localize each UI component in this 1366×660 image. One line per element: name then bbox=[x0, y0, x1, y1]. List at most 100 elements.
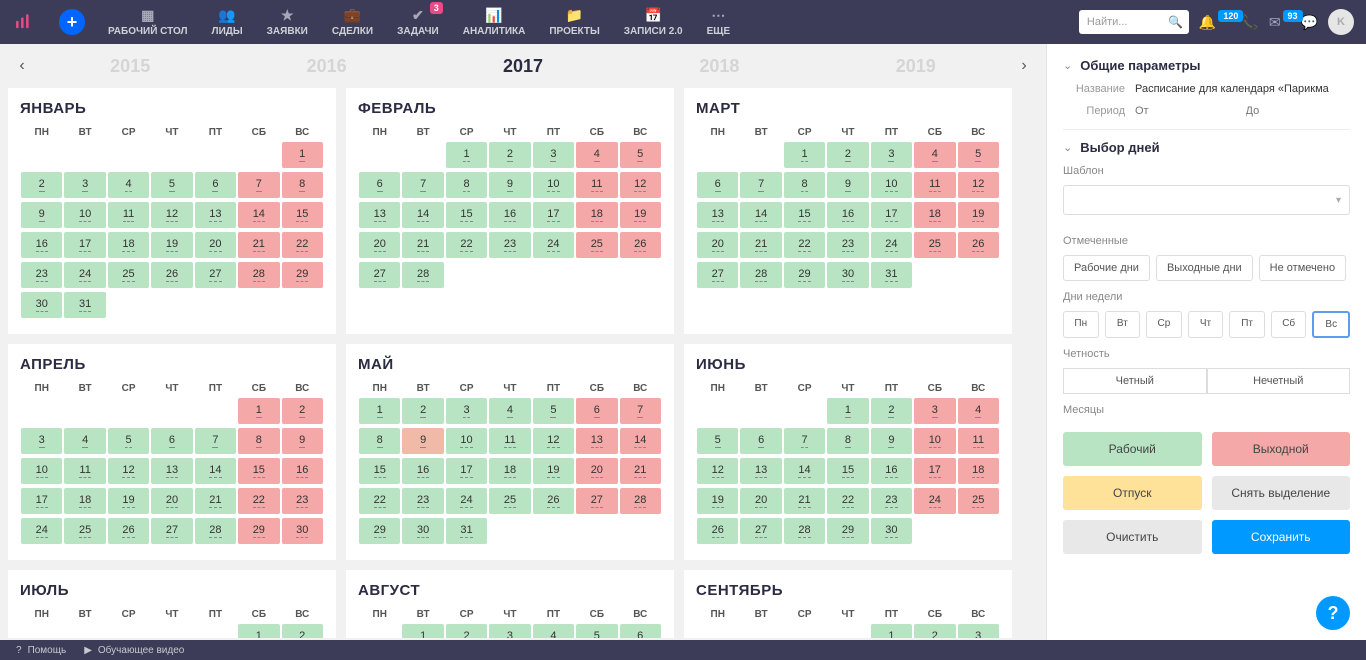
day-cell[interactable]: 4 bbox=[108, 172, 149, 198]
day-cell[interactable]: 11 bbox=[489, 428, 530, 454]
day-cell[interactable]: 16 bbox=[21, 232, 62, 258]
day-cell[interactable]: 29 bbox=[282, 262, 323, 288]
day-cell[interactable]: 1 bbox=[827, 398, 868, 424]
day-cell[interactable]: 10 bbox=[914, 428, 955, 454]
day-cell[interactable]: 6 bbox=[740, 428, 781, 454]
day-cell[interactable]: 26 bbox=[108, 518, 149, 544]
day-cell[interactable]: 19 bbox=[697, 488, 738, 514]
day-cell[interactable]: 20 bbox=[740, 488, 781, 514]
day-cell[interactable]: 10 bbox=[21, 458, 62, 484]
day-cell[interactable]: 1 bbox=[446, 142, 487, 168]
dow-chip[interactable]: Вс bbox=[1312, 311, 1350, 338]
nav-item[interactable]: ▦РАБОЧИЙ СТОЛ bbox=[96, 0, 200, 44]
section-header-days[interactable]: ⌄Выбор дней bbox=[1063, 140, 1350, 155]
day-cell[interactable]: 9 bbox=[282, 428, 323, 454]
day-cell[interactable]: 18 bbox=[958, 458, 999, 484]
day-cell[interactable]: 20 bbox=[151, 488, 192, 514]
dow-chip[interactable]: Сб bbox=[1271, 311, 1307, 338]
day-cell[interactable]: 15 bbox=[359, 458, 400, 484]
day-cell[interactable]: 6 bbox=[576, 398, 617, 424]
day-cell[interactable]: 21 bbox=[620, 458, 661, 484]
nav-item[interactable]: 📊АНАЛИТИКА bbox=[451, 0, 538, 44]
save-button[interactable]: Сохранить bbox=[1212, 520, 1351, 554]
year-prev[interactable]: ‹ bbox=[12, 57, 32, 75]
avatar[interactable]: K bbox=[1328, 9, 1354, 35]
dow-chip[interactable]: Чт bbox=[1188, 311, 1224, 338]
day-cell[interactable]: 21 bbox=[784, 488, 825, 514]
day-cell[interactable]: 11 bbox=[914, 172, 955, 198]
day-cell[interactable]: 18 bbox=[64, 488, 105, 514]
day-cell[interactable]: 26 bbox=[151, 262, 192, 288]
months-scroll[interactable]: ЯНВАРЬПНВТСРЧТПТСБВС12345678910111213141… bbox=[0, 88, 1046, 638]
day-cell[interactable]: 17 bbox=[914, 458, 955, 484]
dow-chip[interactable]: Пн bbox=[1063, 311, 1099, 338]
dow-chip[interactable]: Пт bbox=[1229, 311, 1265, 338]
day-cell[interactable]: 17 bbox=[533, 202, 574, 228]
year-option[interactable]: 2015 bbox=[110, 56, 150, 77]
day-cell[interactable]: 18 bbox=[576, 202, 617, 228]
day-cell[interactable]: 15 bbox=[238, 458, 279, 484]
day-cell[interactable]: 10 bbox=[64, 202, 105, 228]
day-cell[interactable]: 30 bbox=[871, 518, 912, 544]
day-cell[interactable]: 3 bbox=[21, 428, 62, 454]
day-cell[interactable]: 11 bbox=[108, 202, 149, 228]
day-cell[interactable]: 5 bbox=[620, 142, 661, 168]
day-cell[interactable]: 24 bbox=[21, 518, 62, 544]
day-cell[interactable]: 15 bbox=[282, 202, 323, 228]
day-cell[interactable]: 27 bbox=[740, 518, 781, 544]
parity-chip[interactable]: Четный bbox=[1063, 368, 1207, 394]
day-cell[interactable]: 25 bbox=[576, 232, 617, 258]
day-cell[interactable]: 8 bbox=[446, 172, 487, 198]
day-cell[interactable]: 15 bbox=[784, 202, 825, 228]
day-cell[interactable]: 6 bbox=[697, 172, 738, 198]
day-cell[interactable]: 23 bbox=[402, 488, 443, 514]
name-value[interactable]: Расписание для календаря «Парикма bbox=[1135, 83, 1350, 95]
day-cell[interactable]: 9 bbox=[489, 172, 530, 198]
day-cell[interactable]: 23 bbox=[827, 232, 868, 258]
day-cell[interactable]: 3 bbox=[914, 398, 955, 424]
parity-chip[interactable]: Нечетный bbox=[1207, 368, 1351, 394]
year-option[interactable]: 2017 bbox=[503, 56, 543, 77]
day-cell[interactable]: 2 bbox=[282, 624, 323, 638]
day-cell[interactable]: 9 bbox=[827, 172, 868, 198]
day-cell[interactable]: 31 bbox=[871, 262, 912, 288]
day-cell[interactable]: 11 bbox=[64, 458, 105, 484]
day-cell[interactable]: 22 bbox=[359, 488, 400, 514]
day-cell[interactable]: 19 bbox=[533, 458, 574, 484]
search-icon[interactable]: 🔍 bbox=[1168, 15, 1183, 29]
day-cell[interactable]: 10 bbox=[533, 172, 574, 198]
day-cell[interactable]: 12 bbox=[108, 458, 149, 484]
day-cell[interactable]: 3 bbox=[446, 398, 487, 424]
day-cell[interactable]: 9 bbox=[871, 428, 912, 454]
day-cell[interactable]: 14 bbox=[402, 202, 443, 228]
day-cell[interactable]: 12 bbox=[620, 172, 661, 198]
day-cell[interactable]: 8 bbox=[359, 428, 400, 454]
day-cell[interactable]: 2 bbox=[21, 172, 62, 198]
year-option[interactable]: 2018 bbox=[699, 56, 739, 77]
day-cell[interactable]: 25 bbox=[914, 232, 955, 258]
nav-item[interactable]: 💼СДЕЛКИ bbox=[320, 0, 385, 44]
day-cell[interactable]: 22 bbox=[238, 488, 279, 514]
day-cell[interactable]: 14 bbox=[740, 202, 781, 228]
day-cell[interactable]: 14 bbox=[784, 458, 825, 484]
year-option[interactable]: 2016 bbox=[307, 56, 347, 77]
day-cell[interactable]: 8 bbox=[827, 428, 868, 454]
day-cell[interactable]: 6 bbox=[151, 428, 192, 454]
day-cell[interactable]: 23 bbox=[21, 262, 62, 288]
day-cell[interactable]: 29 bbox=[827, 518, 868, 544]
clear-button[interactable]: Очистить bbox=[1063, 520, 1202, 554]
day-cell[interactable]: 23 bbox=[489, 232, 530, 258]
day-cell[interactable]: 16 bbox=[871, 458, 912, 484]
day-cell[interactable]: 20 bbox=[195, 232, 236, 258]
day-cell[interactable]: 15 bbox=[827, 458, 868, 484]
nav-item[interactable]: ⋯ЕЩЕ bbox=[695, 0, 743, 44]
day-cell[interactable]: 3 bbox=[489, 624, 530, 638]
day-cell[interactable]: 19 bbox=[151, 232, 192, 258]
day-cell[interactable]: 28 bbox=[238, 262, 279, 288]
day-cell[interactable]: 31 bbox=[446, 518, 487, 544]
day-cell[interactable]: 3 bbox=[533, 142, 574, 168]
day-cell[interactable]: 25 bbox=[489, 488, 530, 514]
day-cell[interactable]: 27 bbox=[195, 262, 236, 288]
dow-chip[interactable]: Ср bbox=[1146, 311, 1182, 338]
day-cell[interactable]: 18 bbox=[914, 202, 955, 228]
